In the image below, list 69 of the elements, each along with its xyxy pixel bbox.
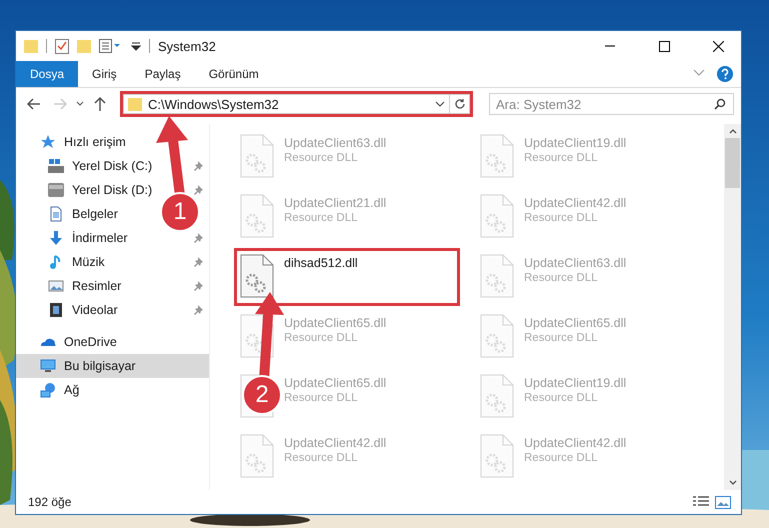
sidebar-icon (48, 158, 64, 174)
file-type: Resource DLL (524, 392, 599, 404)
dll-file-icon (240, 134, 274, 178)
sidebar-icon (48, 278, 64, 294)
search-field[interactable]: Ara: System32 (489, 93, 734, 115)
file-type: Resource DLL (524, 452, 599, 464)
ribbon-tab[interactable]: Paylaş (130, 61, 195, 87)
dropdown-icon[interactable] (435, 101, 445, 107)
maximize-icon[interactable] (658, 40, 670, 52)
sidebar-icon (40, 382, 56, 398)
file-type: Resource DLL (284, 332, 359, 344)
ribbon-tab[interactable]: Görünüm (194, 61, 273, 87)
file-type: Resource DLL (284, 392, 359, 404)
file-type: Resource DLL (524, 272, 599, 284)
dll-file-icon (480, 194, 514, 238)
dll-file-icon (240, 194, 274, 238)
dll-file-icon (480, 314, 514, 358)
sidebar-icon (40, 134, 56, 150)
dll-file-icon (480, 254, 514, 298)
file-type: Resource DLL (284, 452, 359, 464)
dll-file-icon (480, 434, 514, 478)
scroll-thumb[interactable] (725, 138, 740, 188)
ribbon-tab[interactable]: Dosya (16, 61, 78, 87)
sidebar-icon (48, 230, 64, 246)
file-type: Resource DLL (284, 152, 359, 164)
folder-icon (128, 96, 142, 112)
sidebar-item[interactable]: Müzik (72, 255, 105, 269)
close-icon[interactable] (712, 40, 724, 52)
sidebar-icon (48, 182, 64, 198)
file-name[interactable]: dihsad512.dll (284, 256, 358, 270)
sidebar-item[interactable]: Yerel Disk (C:) (72, 159, 152, 173)
dll-file-icon (240, 314, 274, 358)
refresh-button[interactable] (450, 94, 470, 114)
sidebar-item[interactable]: Resimler (72, 279, 122, 293)
window-title: System32 (158, 38, 217, 54)
file-type: Resource DLL (284, 212, 359, 224)
large-icons-view-icon[interactable] (715, 496, 731, 508)
file-type: Resource DLL (524, 332, 599, 344)
properties-icon[interactable] (55, 38, 69, 54)
details-view-icon[interactable] (693, 496, 709, 508)
sidebar-item[interactable]: Bu bilgisayar (16, 354, 209, 378)
dll-file-icon (480, 134, 514, 178)
customize-icon[interactable] (131, 41, 141, 51)
recent-dropdown-icon[interactable] (76, 101, 84, 107)
item-count: 192 öğe (28, 495, 72, 509)
sidebar-item[interactable]: Yerel Disk (D:) (72, 183, 152, 197)
refresh-icon[interactable] (454, 98, 466, 110)
sidebar-item[interactable]: İndirmeler (72, 231, 128, 245)
sidebar-item[interactable]: Videolar (72, 303, 118, 317)
minimize-icon[interactable] (605, 45, 615, 47)
dll-file-icon (240, 254, 274, 298)
dll-file-icon (480, 374, 514, 418)
file-type: Resource DLL (524, 152, 599, 164)
ribbon-tab[interactable]: Giriş (78, 61, 131, 87)
sidebar-item[interactable]: Ağ (64, 383, 80, 397)
view-menu-icon[interactable] (99, 39, 123, 53)
scrollbar[interactable] (724, 124, 741, 490)
file-type: Resource DLL (524, 212, 599, 224)
sidebar-icon (48, 206, 64, 222)
search-icon (714, 98, 726, 110)
sidebar-icon (40, 358, 56, 374)
help-icon[interactable] (717, 66, 733, 82)
sidebar-item[interactable]: Hızlı erişim (64, 135, 126, 149)
sidebar-item[interactable]: Belgeler (72, 207, 118, 221)
chevron-icon[interactable] (693, 69, 705, 77)
address-field[interactable]: C:\Windows\System32 (123, 94, 450, 114)
dll-file-icon (240, 434, 274, 478)
sidebar-item[interactable]: OneDrive (64, 335, 117, 349)
sidebar-icon (48, 302, 64, 318)
